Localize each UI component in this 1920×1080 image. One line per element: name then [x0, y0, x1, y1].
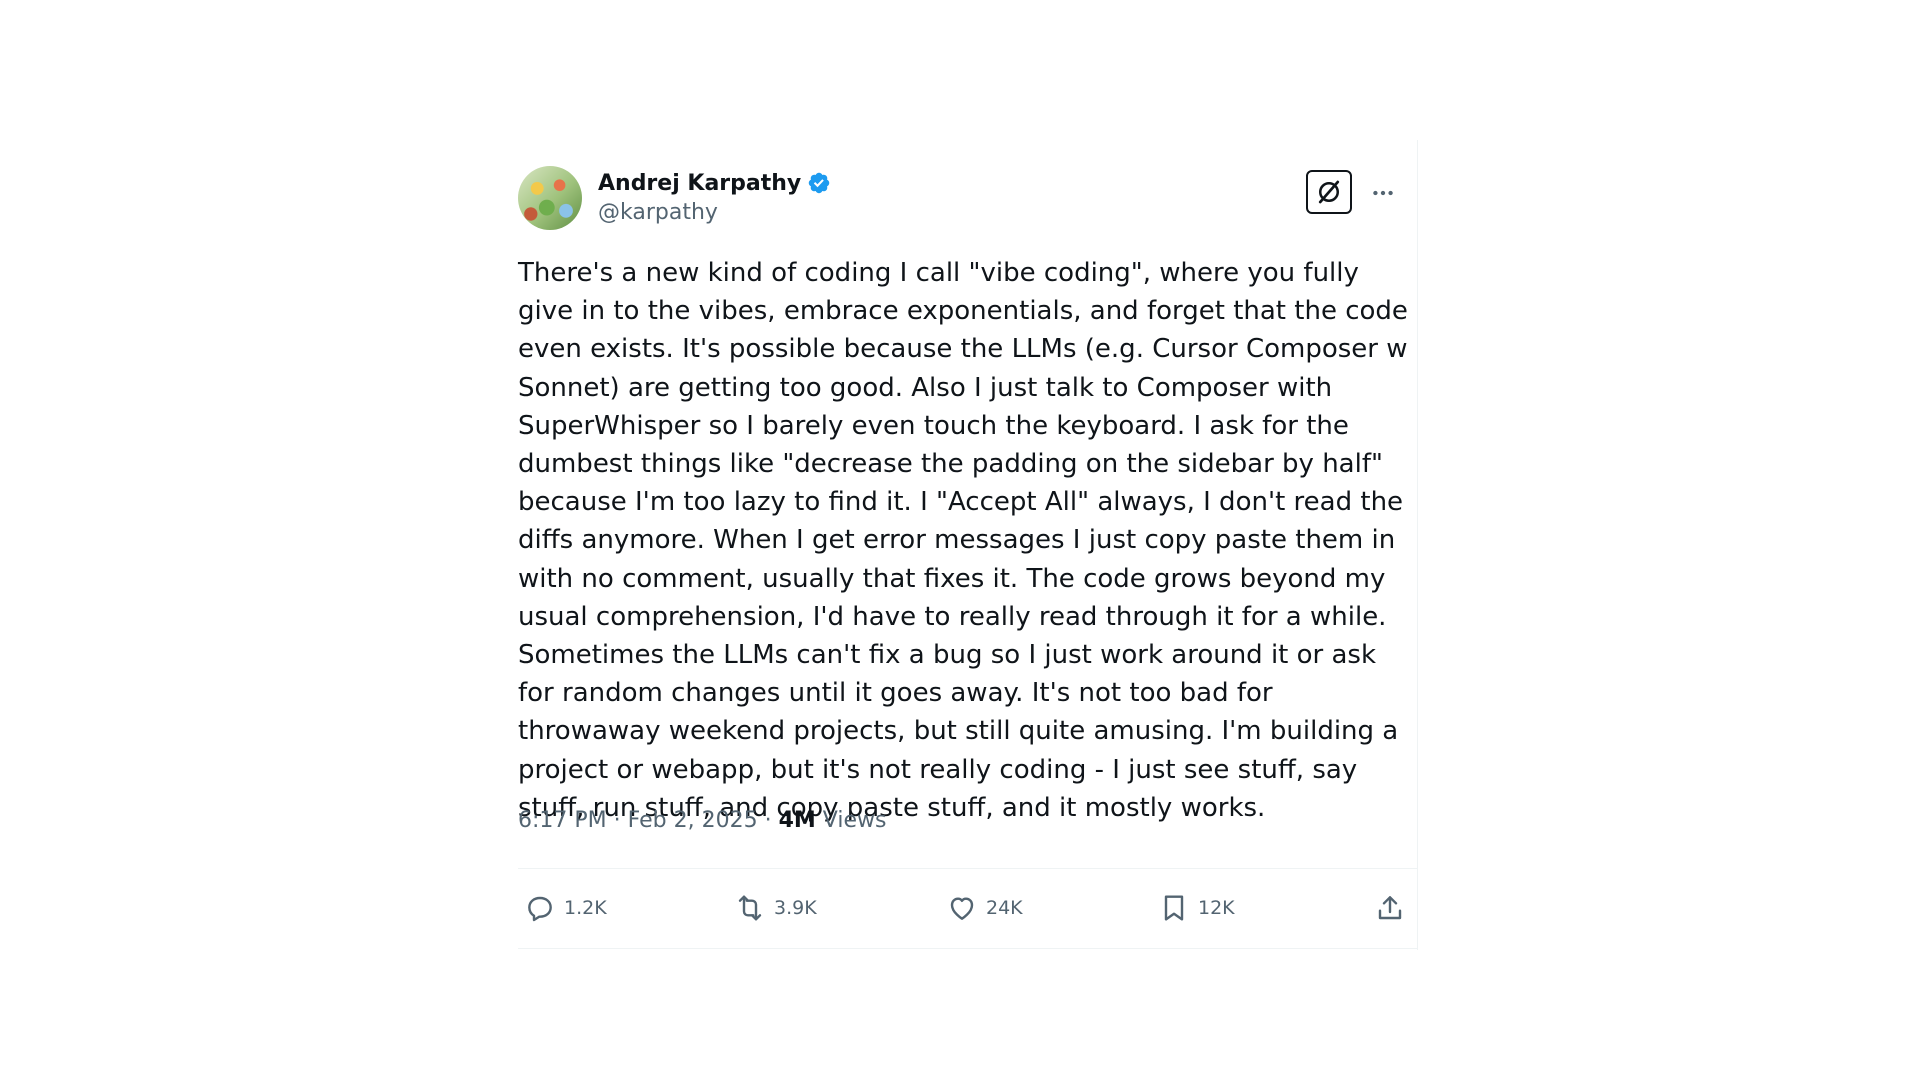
reply-count: 1.2K: [564, 897, 607, 919]
display-name-row: Andrej Karpathy: [598, 168, 831, 198]
more-dots-icon: [1373, 190, 1393, 196]
repost-icon: [738, 895, 762, 921]
meta-separator: ·: [764, 808, 772, 833]
avatar[interactable]: [518, 166, 582, 230]
bookmark-icon: [1164, 895, 1184, 921]
divider: [518, 948, 1418, 949]
handle[interactable]: @karpathy: [598, 200, 831, 225]
divider: [518, 868, 1418, 869]
more-options-button[interactable]: [1366, 176, 1400, 210]
tweet-date[interactable]: Feb 2, 2025: [628, 808, 758, 833]
tweet-time[interactable]: 6:17 PM: [518, 808, 607, 833]
tweet-header: Andrej Karpathy @karpathy: [518, 166, 1418, 230]
verified-badge-icon[interactable]: [807, 171, 831, 195]
tweet-text: There's a new kind of coding I call "vib…: [518, 258, 1417, 823]
reply-button[interactable]: 1.2K: [524, 884, 607, 932]
views-label: Views: [822, 808, 887, 833]
author-names: Andrej Karpathy @karpathy: [598, 168, 831, 225]
grok-button[interactable]: [1306, 170, 1352, 214]
repost-count: 3.9K: [774, 897, 817, 919]
like-count: 24K: [986, 897, 1023, 919]
display-name[interactable]: Andrej Karpathy: [598, 171, 801, 196]
reply-icon: [528, 896, 552, 922]
views-count: 4M: [778, 808, 816, 833]
repost-button[interactable]: 3.9K: [734, 884, 817, 932]
bookmark-button[interactable]: 12K: [1158, 884, 1235, 932]
action-bar: 1.2K 3.9K 24K 12K: [518, 884, 1418, 932]
share-icon: [1378, 896, 1402, 920]
grok-icon: [1318, 180, 1340, 204]
meta-separator: ·: [613, 808, 621, 833]
share-button[interactable]: [1374, 884, 1406, 932]
like-button[interactable]: 24K: [946, 884, 1023, 932]
tweet-meta: 6:17 PM · Feb 2, 2025 · 4M Views: [518, 808, 886, 833]
heart-icon: [950, 897, 974, 920]
tweet-card: Andrej Karpathy @karpathy There's a new …: [518, 140, 1418, 950]
bookmark-count: 12K: [1198, 897, 1235, 919]
